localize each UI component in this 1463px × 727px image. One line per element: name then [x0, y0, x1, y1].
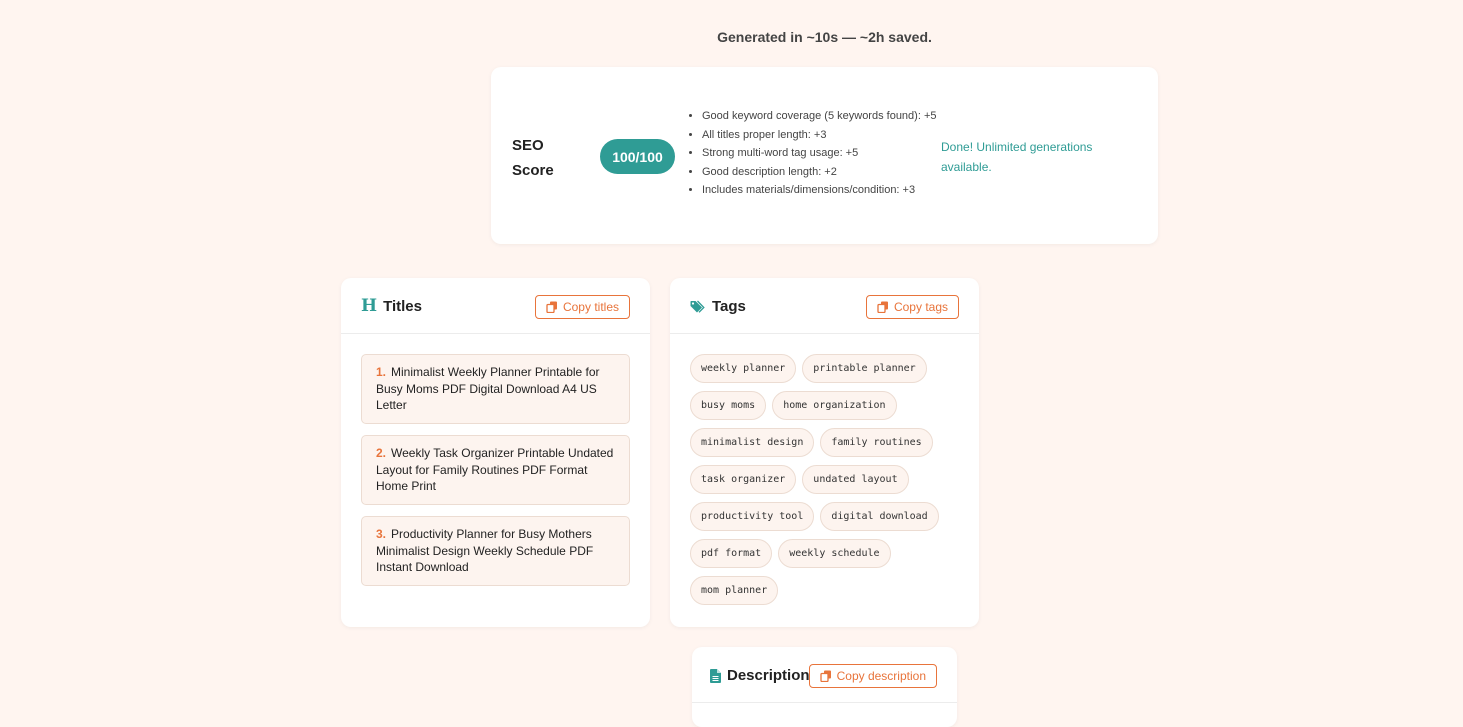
seo-checks-list: Good keyword coverage (5 keywords found)… [683, 107, 942, 200]
title-text: Productivity Planner for Busy Mothers Mi… [376, 527, 594, 574]
document-icon [710, 668, 721, 683]
seo-label-line2: Score [512, 162, 554, 179]
title-number: 2. [376, 446, 387, 460]
seo-score-card: SEO Score 100/100 Good keyword coverage … [491, 67, 1158, 244]
description-heading: Description [710, 667, 810, 684]
tag-chip[interactable]: mom planner [690, 576, 779, 605]
tag-chip[interactable]: family routines [820, 428, 933, 457]
copy-icon [819, 670, 832, 682]
tag-chip[interactable]: task organizer [690, 465, 797, 494]
tags-list: weekly planner printable planner busy mo… [690, 354, 962, 605]
copy-description-label: Copy description [836, 669, 926, 683]
copy-icon [877, 301, 889, 313]
seo-label-line1: SEO [512, 137, 544, 154]
seo-score-label: SEO Score [512, 133, 572, 183]
tag-chip[interactable]: undated layout [802, 465, 909, 494]
tags-card: Tags Copy tags weekly planner printable … [670, 278, 979, 627]
copy-titles-button[interactable]: Copy titles [534, 295, 630, 319]
tag-chip[interactable]: busy moms [690, 391, 767, 420]
seo-check-item: All titles proper length: +3 [702, 126, 942, 145]
copy-tags-button[interactable]: Copy tags [865, 295, 959, 319]
tags-header: Tags Copy tags [670, 278, 979, 334]
title-item[interactable]: 3. Productivity Planner for Busy Mothers … [361, 516, 630, 586]
tag-chip[interactable]: weekly schedule [778, 539, 891, 568]
tag-chip[interactable]: digital download [820, 502, 939, 531]
generation-banner: Generated in ~10s — ~2h saved. [717, 29, 932, 45]
titles-header: H Titles Copy titles [341, 278, 650, 334]
tag-chip[interactable]: weekly planner [690, 354, 797, 383]
titles-card: H Titles Copy titles 1. Minimalist Weekly… [341, 278, 650, 627]
heading-icon: H [361, 296, 378, 316]
title-number: 3. [376, 527, 387, 541]
tags-heading-label: Tags [712, 298, 746, 315]
title-text: Weekly Task Organizer Printable Undated … [376, 446, 614, 493]
tag-chip[interactable]: minimalist design [690, 428, 815, 457]
seo-check-item: Good description length: +2 [702, 163, 942, 182]
seo-score-badge: 100/100 [600, 139, 675, 174]
tags-heading: Tags [690, 298, 746, 315]
tag-chip[interactable]: productivity tool [690, 502, 815, 531]
copy-description-button[interactable]: Copy description [808, 664, 937, 688]
title-text: Minimalist Weekly Planner Printable for … [376, 365, 600, 412]
seo-check-item: Strong multi-word tag usage: +5 [702, 144, 942, 163]
description-heading-label: Description [727, 667, 810, 684]
copy-titles-label: Copy titles [562, 300, 619, 314]
description-card: Description Copy description [692, 647, 957, 727]
generation-status: Done! Unlimited generations available. [941, 140, 1093, 174]
title-number: 1. [376, 365, 387, 379]
seo-check-item: Includes materials/dimensions/condition:… [702, 181, 942, 200]
seo-check-item: Good keyword coverage (5 keywords found)… [702, 107, 942, 126]
description-header: Description Copy description [692, 647, 957, 703]
titles-heading: H Titles [361, 296, 422, 316]
title-item[interactable]: 1. Minimalist Weekly Planner Printable fo… [361, 354, 630, 424]
title-item[interactable]: 2. Weekly Task Organizer Printable Undate… [361, 435, 630, 505]
tag-chip[interactable]: printable planner [802, 354, 927, 383]
titles-heading-label: Titles [383, 298, 422, 315]
copy-icon [546, 301, 558, 313]
tag-chip[interactable]: pdf format [690, 539, 773, 568]
tag-chip[interactable]: home organization [772, 391, 897, 420]
tag-icon [690, 300, 706, 314]
copy-tags-label: Copy tags [893, 300, 948, 314]
